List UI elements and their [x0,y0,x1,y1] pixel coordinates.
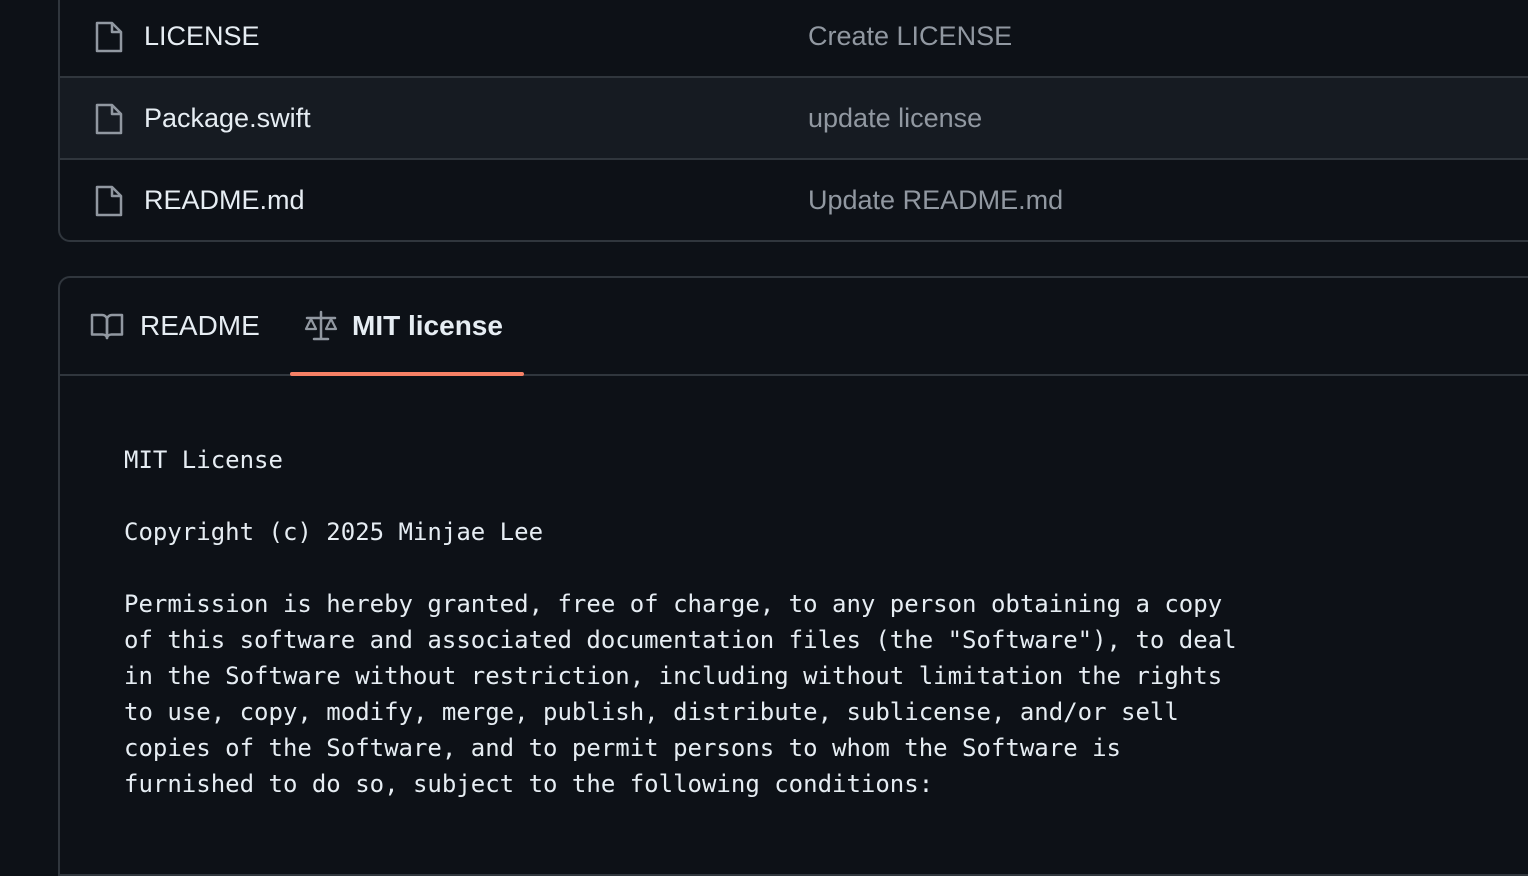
file-name-link[interactable]: LICENSE [144,18,260,54]
tab-readme[interactable]: README [90,278,280,374]
license-line: Permission is hereby granted, free of ch… [124,590,1223,618]
file-row-license[interactable]: LICENSE Create LICENSE [60,0,1528,78]
commit-message-link[interactable]: update license [808,100,982,136]
license-title: MIT License [124,446,283,474]
commit-message-link[interactable]: Create LICENSE [808,18,1012,54]
file-name-link[interactable]: README.md [144,182,305,218]
license-line: furnished to do so, subject to the follo… [124,770,934,798]
license-line: copies of the Software, and to permit pe… [124,734,1121,762]
law-scale-icon [304,310,338,341]
file-icon [95,21,123,53]
license-copyright: Copyright (c) 2025 Minjae Lee [124,518,544,546]
license-line: to use, copy, modify, merge, publish, di… [124,698,1179,726]
tab-label: MIT license [352,310,503,341]
file-row-readme[interactable]: README.md Update README.md [60,160,1528,240]
license-line: of this software and associated document… [124,626,1237,654]
active-tab-indicator [290,372,524,376]
tab-mit-license[interactable]: MIT license [290,278,524,376]
commit-message-link[interactable]: Update README.md [808,182,1063,218]
readme-tabs: README MIT license [60,278,1528,376]
license-line: in the Software without restriction, inc… [124,662,1223,690]
file-name-link[interactable]: Package.swift [144,100,311,136]
tab-label: README [140,310,260,341]
file-icon [95,185,123,217]
license-body: MIT License Copyright (c) 2025 Minjae Le… [124,442,1237,802]
book-icon [90,313,124,340]
file-row-package-swift[interactable]: Package.swift update license [60,78,1528,160]
readme-panel: README MIT license MIT License Copyright… [58,276,1528,876]
file-list: LICENSE Create LICENSE Package.swift upd… [58,0,1528,242]
file-icon [95,103,123,135]
